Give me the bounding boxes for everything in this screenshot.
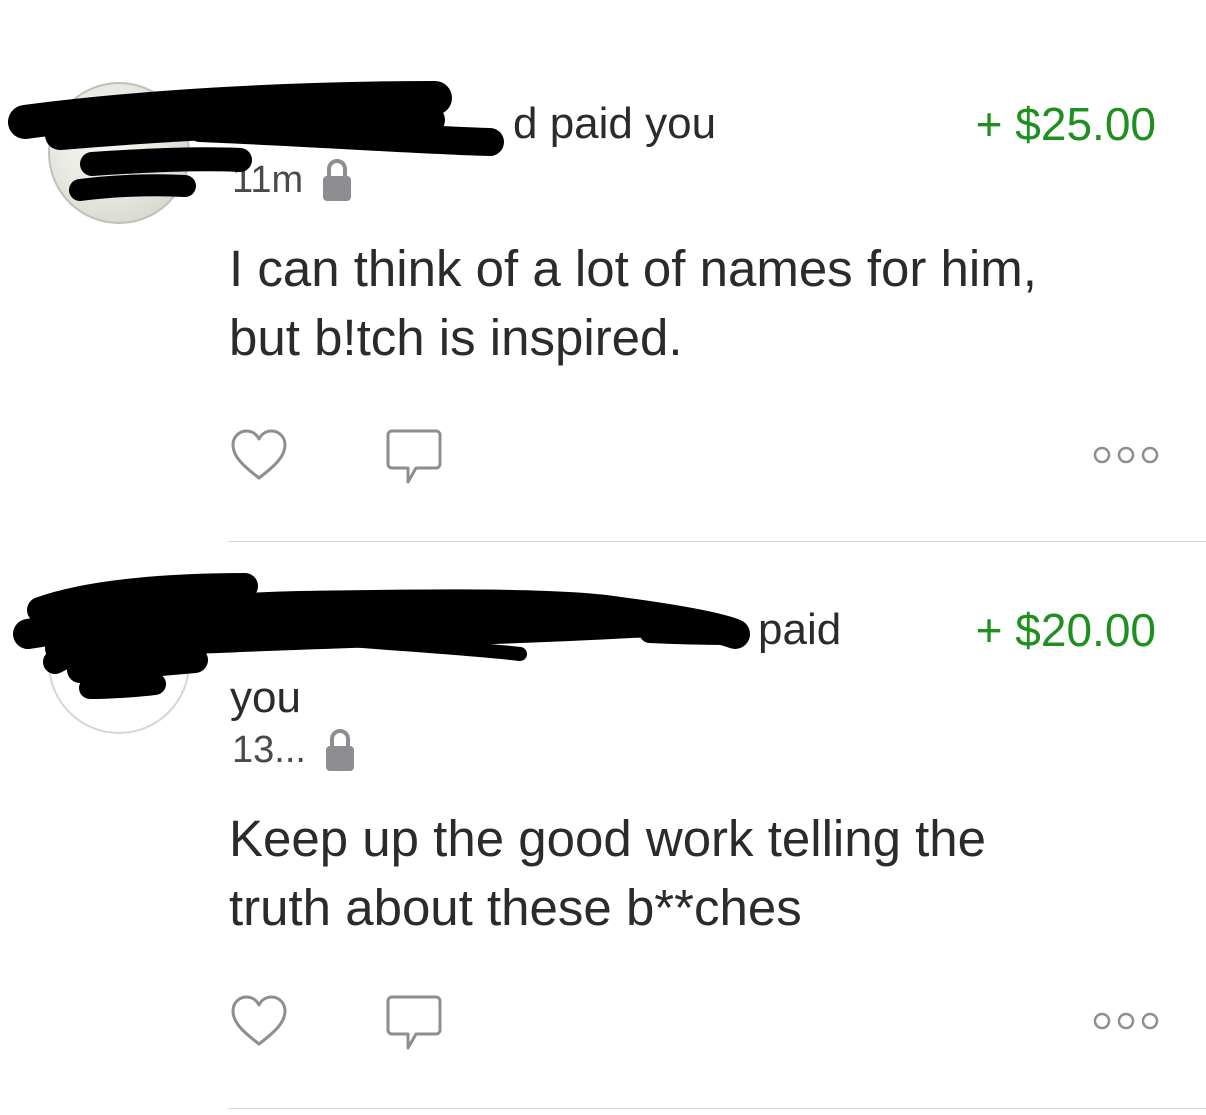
heart-icon[interactable] xyxy=(230,428,288,482)
divider xyxy=(228,1108,1206,1109)
note-line: I can think of a lot of names for him, xyxy=(229,240,1037,297)
payment-amount: + $25.00 xyxy=(975,98,1156,150)
note-line: Keep up the good work telling the xyxy=(229,810,987,867)
note-line: but b!tch is inspired. xyxy=(229,309,683,366)
meta-row: 11m xyxy=(232,156,353,204)
payment-note: I can think of a lot of names for him, b… xyxy=(229,234,1129,372)
more-icon[interactable] xyxy=(1092,1010,1160,1032)
payment-amount: + $20.00 xyxy=(975,604,1156,656)
feed-item[interactable]: d paid you + $25.00 11m I can think of a… xyxy=(0,0,1206,542)
redacted-name xyxy=(228,612,758,652)
lock-icon xyxy=(324,727,356,773)
meta-row: 13... xyxy=(232,726,356,774)
payment-note: Keep up the good work telling the truth … xyxy=(229,804,1129,942)
lock-icon xyxy=(321,157,353,203)
timestamp: 13... xyxy=(232,728,306,771)
payment-headline: paid xyxy=(228,602,841,658)
redacted-name xyxy=(228,106,513,146)
feed-item[interactable]: paid + $20.00 you 13... Keep up the good… xyxy=(0,542,1206,1110)
note-line: truth about these b**ches xyxy=(229,879,802,936)
timestamp: 11m xyxy=(232,158,304,201)
payment-headline: d paid you xyxy=(228,96,716,152)
comment-icon[interactable] xyxy=(386,994,442,1052)
more-icon[interactable] xyxy=(1092,444,1160,466)
headline-text: paid xyxy=(758,605,842,654)
action-bar xyxy=(230,994,1160,1054)
action-bar xyxy=(230,428,1160,488)
avatar[interactable] xyxy=(48,592,190,734)
heart-icon[interactable] xyxy=(230,994,288,1048)
headline-text: d paid you xyxy=(513,99,717,148)
avatar[interactable] xyxy=(48,82,190,224)
comment-icon[interactable] xyxy=(386,428,442,486)
headline-continuation: you xyxy=(230,673,301,722)
